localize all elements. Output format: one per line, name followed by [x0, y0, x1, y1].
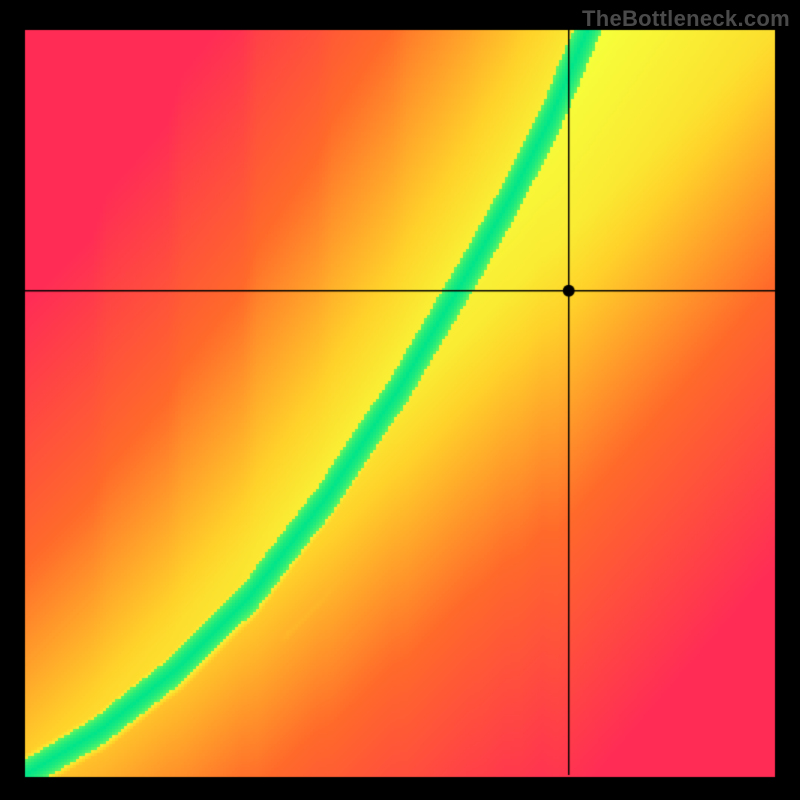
- chart-container: TheBottleneck.com: [0, 0, 800, 800]
- heatmap-canvas: [0, 0, 800, 800]
- watermark: TheBottleneck.com: [582, 6, 790, 32]
